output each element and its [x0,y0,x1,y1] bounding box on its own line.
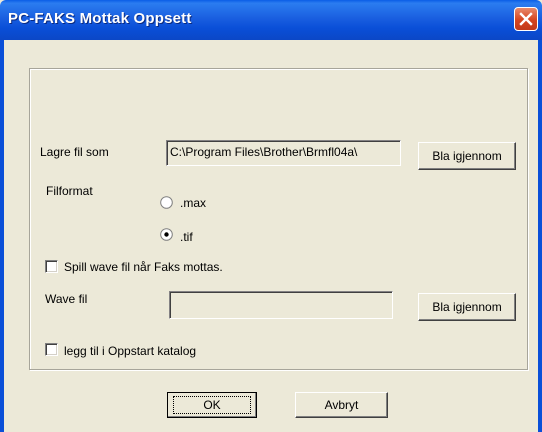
format-max-label: .max [180,196,207,210]
browse-wave-file-button[interactable]: Bla igjennom [418,293,516,321]
play-wave-label: Spill wave fil når Faks mottas. [64,260,223,274]
save-as-label: Lagre fil som [40,145,109,159]
close-button[interactable] [514,7,538,31]
close-icon [519,12,533,26]
save-as-path-field[interactable]: C:\Program Files\Brother\Brmfl04a\ [166,140,401,166]
format-max-radio[interactable] [160,196,173,209]
format-tif-label: .tif [180,230,193,244]
window-title: PC-FAKS Mottak Oppsett [8,10,192,27]
file-format-label: Filformat [46,184,93,198]
cancel-button[interactable]: Avbryt [295,392,388,418]
title-bar[interactable]: PC-FAKS Mottak Oppsett [0,0,542,40]
startup-folder-label: legg til i Oppstart katalog [64,344,197,358]
startup-folder-checkbox[interactable] [45,343,58,356]
browse-save-path-label: Bla igjennom [432,149,502,163]
window-frame-right [538,40,542,432]
dialog-window: PC-FAKS Mottak Oppsett Lagre fil som C:\… [0,0,542,432]
ok-button[interactable]: OK [167,392,257,418]
cancel-label: Avbryt [324,398,359,412]
browse-wave-file-label: Bla igjennom [432,300,502,314]
browse-save-path-button[interactable]: Bla igjennom [418,142,516,170]
settings-groupbox [29,68,528,370]
window-frame-left [0,40,4,432]
wave-file-label: Wave fil [45,292,88,306]
format-tif-radio[interactable] [160,228,173,241]
play-wave-checkbox[interactable] [45,260,58,273]
ok-label: OK [173,396,251,414]
wave-file-field[interactable] [169,291,393,319]
